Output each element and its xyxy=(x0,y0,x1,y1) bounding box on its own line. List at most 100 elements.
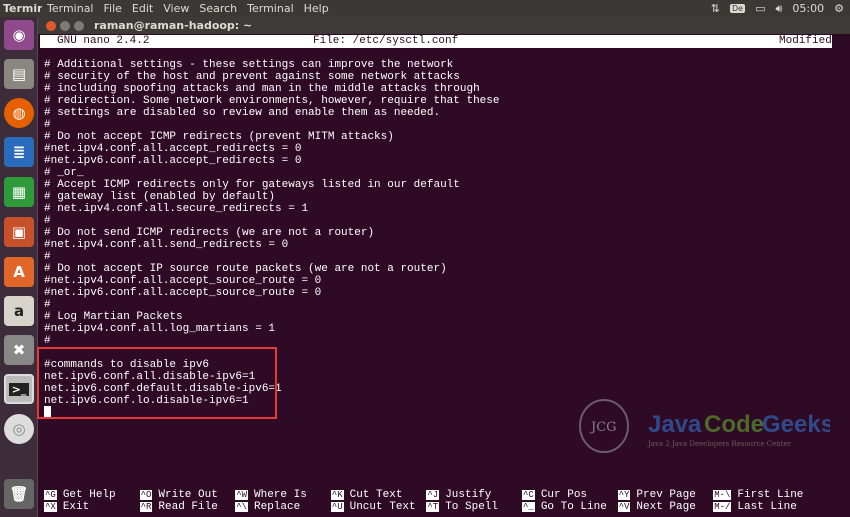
power-gear-icon[interactable]: ⚙ xyxy=(834,2,844,15)
text-line: # Log Martian Packets xyxy=(44,311,183,323)
menu-search[interactable]: Search xyxy=(194,2,242,15)
shortcut-key: ^K xyxy=(330,490,344,500)
wm-geeks: Geeks xyxy=(762,411,830,438)
window-title: raman@raman-hadoop: ~ xyxy=(94,19,253,32)
shortcut-last-line[interactable]: M-/ Last Line xyxy=(713,501,809,513)
text-line: # _or_ xyxy=(44,167,84,179)
text-line: # redirection. Some network environments… xyxy=(44,95,500,107)
terminal-icon[interactable]: >_ xyxy=(4,374,34,404)
nano-version: GNU nano 2.4.2 xyxy=(57,35,150,47)
active-app-name: Terminal xyxy=(3,2,42,15)
shortcut-label: Prev Page xyxy=(636,489,696,501)
close-button[interactable] xyxy=(46,20,56,31)
ubuntu-dash-icon[interactable]: ◉ xyxy=(4,20,34,50)
highlight-box xyxy=(37,347,277,419)
text-line: # net.ipv4.conf.all.secure_redirects = 1 xyxy=(44,203,309,215)
text-line: # xyxy=(44,335,51,347)
shortcut-key: M-\ xyxy=(713,490,732,500)
shortcut-label: Where Is xyxy=(254,489,307,501)
text-line: # gateway list (enabled by default) xyxy=(44,191,276,203)
text-line: #net.ipv6.conf.all.accept_redirects = 0 xyxy=(44,155,302,167)
shortcut-label: Cut Text xyxy=(349,489,403,501)
shortcut-label: Cur Pos xyxy=(540,489,588,501)
text-line: # Do not accept ICMP redirects (prevent … xyxy=(44,131,394,143)
text-line: # xyxy=(44,299,51,311)
nano-header: GNU nano 2.4.2 File: /etc/sysctl.conf Mo… xyxy=(40,35,832,48)
shortcut-key: ^V xyxy=(617,502,631,512)
shortcut-where-is[interactable]: ^W Where Is xyxy=(235,489,331,501)
shortcut-label: Get Help xyxy=(62,489,116,501)
shortcut-key: ^Y xyxy=(617,490,631,500)
text-line: # Additional settings - these settings c… xyxy=(44,59,454,71)
impress-icon[interactable]: ▣ xyxy=(4,217,34,247)
shortcut-label: Last Line xyxy=(737,501,797,513)
text-line: #net.ipv6.conf.all.accept_source_route =… xyxy=(44,287,322,299)
files-icon[interactable]: ▤ xyxy=(4,59,34,89)
text-line: #net.ipv4.conf.all.send_redirects = 0 xyxy=(44,239,289,251)
text-line: # Accept ICMP redirects only for gateway… xyxy=(44,179,460,191)
shortcut-justify[interactable]: ^J Justify xyxy=(426,489,522,501)
shortcut-next-page[interactable]: ^V Next Page xyxy=(617,501,714,513)
shortcut-first-line[interactable]: M-\ First Line xyxy=(713,489,809,501)
maximize-button[interactable] xyxy=(74,20,84,31)
battery-icon[interactable]: ▭ xyxy=(755,2,765,15)
menu-edit[interactable]: Edit xyxy=(127,2,158,15)
shortcut-cur-pos[interactable]: ^C Cur Pos xyxy=(522,489,618,501)
shortcut-uncut-text[interactable]: ^U Uncut Text xyxy=(330,501,427,513)
shortcut-go-to-line[interactable]: ^_ Go To Line xyxy=(522,501,618,513)
trash-icon[interactable]: 🗑︎ xyxy=(4,479,34,509)
shortcut-prev-page[interactable]: ^Y Prev Page xyxy=(617,489,714,501)
software-center-icon[interactable]: A xyxy=(4,257,34,287)
firefox-icon[interactable]: ◍ xyxy=(4,98,34,128)
calc-icon[interactable]: ▦ xyxy=(4,177,34,207)
text-line: # xyxy=(44,119,51,131)
file-name: File: /etc/sysctl.conf xyxy=(313,35,459,47)
menu-terminal[interactable]: Terminal xyxy=(42,2,99,15)
text-line: # Do not accept IP source route packets … xyxy=(44,263,447,275)
amazon-icon[interactable]: a xyxy=(4,296,34,326)
volume-icon[interactable]: 🔊︎ xyxy=(775,2,782,16)
writer-icon[interactable]: ≣ xyxy=(4,137,34,167)
shortcut-label: Next Page xyxy=(636,501,696,513)
launcher: ◉ ▤ ◍ ≣ ▦ ▣ A a ✖ >_ ◎ 🗑︎ xyxy=(0,17,38,517)
shortcut-label: Uncut Text xyxy=(349,501,416,513)
menu-terminal-2[interactable]: Terminal xyxy=(242,2,299,15)
menu-help[interactable]: Help xyxy=(299,2,334,15)
menu-file[interactable]: File xyxy=(99,2,127,15)
text-line: # settings are disabled so review and en… xyxy=(44,107,441,119)
text-line: # xyxy=(44,251,51,263)
shortcut-key: ^W xyxy=(235,490,248,500)
shortcut-cut-text[interactable]: ^K Cut Text xyxy=(330,489,427,501)
text-line: # including spoofing attacks and man in … xyxy=(44,83,480,95)
shortcut-to-spell[interactable]: ^T To Spell xyxy=(426,501,522,513)
window-titlebar[interactable]: raman@raman-hadoop: ~ xyxy=(38,17,850,34)
minimize-button[interactable] xyxy=(60,20,70,31)
shortcut-write-out[interactable]: ^O Write Out xyxy=(139,489,236,501)
shortcut-label: Justify xyxy=(445,489,492,501)
keyboard-layout-indicator[interactable]: De xyxy=(729,4,746,13)
modified-status: Modified xyxy=(779,35,832,47)
shortcut-exit[interactable]: ^X Exit xyxy=(44,501,140,513)
wm-code: Code xyxy=(704,411,764,438)
network-icon[interactable]: ⇅ xyxy=(711,2,720,15)
shortcut-key: ^T xyxy=(426,502,440,512)
settings-icon[interactable]: ✖ xyxy=(4,335,34,365)
shortcut-read-file[interactable]: ^R Read File xyxy=(139,501,236,513)
clock[interactable]: 05:00 xyxy=(792,2,824,15)
dvd-icon[interactable]: ◎ xyxy=(4,414,34,444)
shortcut-label: Go To Line xyxy=(540,501,607,513)
shortcut-key: ^J xyxy=(426,490,440,500)
menu-view[interactable]: View xyxy=(158,2,194,15)
shortcut-get-help[interactable]: ^G Get Help xyxy=(44,489,140,501)
shortcut-label: To Spell xyxy=(445,501,499,513)
shortcut-key: ^O xyxy=(139,490,153,500)
top-panel: Terminal Terminal File Edit View Search … xyxy=(0,0,850,17)
text-line: #net.ipv4.conf.all.log_martians = 1 xyxy=(44,323,276,335)
shortcut-label: First Line xyxy=(737,489,804,501)
jcg-logo-text: JCG xyxy=(589,420,617,435)
shortcut-key: ^X xyxy=(44,502,57,512)
shortcut-key: ^R xyxy=(139,502,153,512)
text-line: # security of the host and prevent again… xyxy=(44,71,460,83)
shortcut-replace[interactable]: ^\ Replace xyxy=(235,501,331,513)
text-line: # xyxy=(44,215,51,227)
